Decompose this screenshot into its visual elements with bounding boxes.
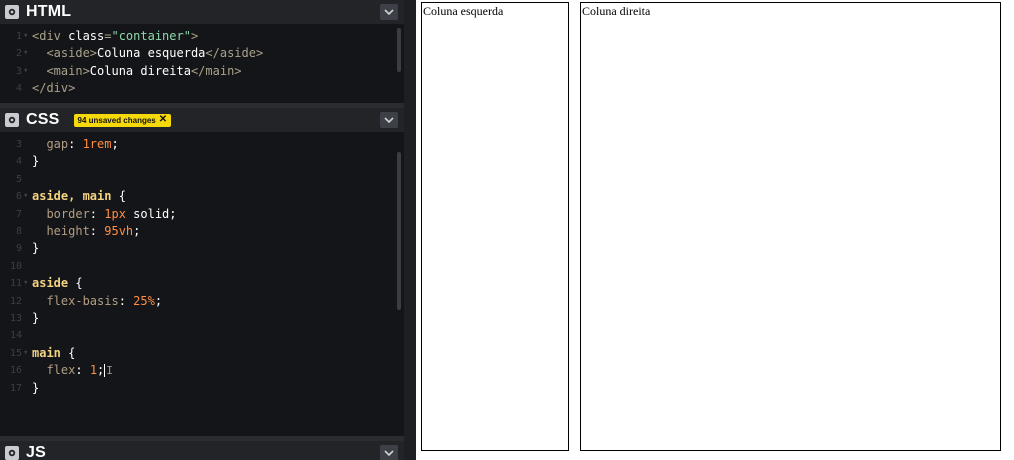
code-line[interactable]: 7 border: 1px solid; — [0, 206, 404, 223]
fold-arrow-icon[interactable]: ▾ — [23, 63, 28, 80]
js-panel-header[interactable]: JS — [0, 441, 404, 460]
line-number: 5 — [15, 173, 22, 185]
fold-arrow-icon[interactable]: ▾ — [23, 45, 28, 62]
code-line[interactable]: 11 ▾ aside { — [0, 275, 404, 292]
html-scrollbar[interactable] — [397, 28, 401, 72]
code-text: main { — [32, 345, 76, 360]
line-number: 15 — [9, 347, 22, 359]
code-text: <div class="container"> — [32, 29, 199, 43]
code-line[interactable]: 15 ▾ main { — [0, 345, 404, 362]
line-number: 2 — [15, 48, 22, 60]
line-number: 12 — [9, 295, 22, 307]
line-number: 11 — [9, 278, 22, 290]
code-editor: HTML 1 ▾ <div class="container"> 2 ▾ <aside>… — [0, 0, 404, 460]
html-panel-header[interactable]: HTML — [0, 0, 404, 24]
code-line[interactable]: 4} — [0, 153, 404, 170]
code-text: </div> — [32, 81, 76, 96]
gear-icon[interactable] — [5, 5, 19, 19]
aside-column-text: Coluna esquerda — [423, 4, 504, 18]
code-line[interactable]: 17} — [0, 380, 404, 397]
fold-arrow-icon[interactable]: ▾ — [23, 188, 28, 205]
code-line[interactable]: 1 ▾ <div class="container"> — [0, 28, 404, 45]
code-text: } — [32, 154, 40, 169]
line-number: 8 — [15, 226, 22, 237]
line-number: 10 — [9, 260, 22, 272]
gear-icon[interactable] — [5, 446, 19, 460]
ibeam-cursor-icon: I — [106, 364, 113, 378]
line-number: 3 — [15, 65, 22, 77]
aside-column: Coluna esquerda — [421, 2, 569, 451]
result-preview: Coluna esquerda Coluna direita — [416, 0, 1014, 460]
unsaved-changes-label: 94 unsaved changes — [77, 115, 156, 125]
code-line[interactable]: 13} — [0, 310, 404, 327]
code-line[interactable]: 12 flex-basis: 25%; — [0, 293, 404, 310]
code-line[interactable]: 10 — [0, 258, 404, 275]
js-panel-title: JS — [26, 444, 46, 460]
code-line[interactable]: 3 gap: 1rem; — [0, 136, 404, 153]
code-text: <main>Coluna direita</main> — [32, 63, 242, 78]
code-line[interactable]: 3 ▾ <main>Coluna direita</main> — [0, 63, 404, 80]
line-number: 13 — [9, 313, 22, 324]
line-number: 16 — [9, 365, 22, 377]
code-text: } — [32, 380, 40, 395]
line-number: 9 — [15, 243, 22, 255]
line-number: 14 — [9, 330, 22, 342]
chevron-down-icon[interactable] — [380, 112, 398, 128]
html-panel-title: HTML — [26, 3, 72, 20]
gear-icon[interactable] — [5, 113, 19, 127]
code-line[interactable]: 9} — [0, 240, 404, 257]
code-line[interactable]: 8 height: 95vh; — [0, 223, 404, 240]
css-code-area[interactable]: 3 gap: 1rem; 4} 5 6 ▾ aside, main {7 border: … — [0, 136, 404, 436]
code-line[interactable]: 2 ▾ <aside>Coluna esquerda</aside> — [0, 45, 404, 62]
main-column: Coluna direita — [580, 2, 1001, 451]
css-panel-header[interactable]: CSS 94 unsaved changes ✕ — [0, 108, 404, 132]
line-number: 3 — [15, 139, 22, 150]
fold-arrow-icon[interactable]: ▾ — [23, 345, 28, 362]
html-code-area[interactable]: 1 ▾ <div class="container"> 2 ▾ <aside>Colun… — [0, 28, 404, 100]
css-panel-title: CSS — [26, 111, 60, 128]
fold-arrow-icon[interactable]: ▾ — [23, 28, 28, 45]
code-text: } — [32, 241, 40, 256]
code-line[interactable]: 5 — [0, 171, 404, 188]
code-line[interactable]: 4 </div> — [0, 80, 404, 97]
resize-handle[interactable] — [404, 0, 416, 460]
line-number: 4 — [15, 156, 22, 168]
code-text: aside, main { — [32, 189, 126, 204]
code-line[interactable]: 14 — [0, 327, 404, 344]
line-number: 17 — [9, 382, 22, 394]
line-number: 6 — [15, 191, 22, 203]
unsaved-changes-badge[interactable]: 94 unsaved changes ✕ — [73, 113, 172, 127]
main-column-text: Coluna direita — [582, 4, 651, 18]
code-text: border: 1px solid; — [32, 206, 177, 221]
line-number: 4 — [15, 83, 22, 95]
line-number: 1 — [15, 31, 22, 42]
code-text: <aside>Coluna esquerda</aside> — [32, 46, 264, 61]
code-text: } — [32, 311, 40, 325]
css-scrollbar[interactable] — [397, 152, 401, 310]
code-line[interactable]: 6 ▾ aside, main { — [0, 188, 404, 205]
chevron-down-icon[interactable] — [380, 4, 398, 20]
fold-arrow-icon[interactable]: ▾ — [23, 275, 28, 292]
code-text: flex-basis: 25%; — [32, 293, 163, 308]
code-text: flex: 1; I — [32, 363, 113, 378]
code-text: height: 95vh; — [32, 224, 141, 238]
code-text: gap: 1rem; — [32, 137, 119, 151]
line-number: 7 — [15, 208, 22, 220]
chevron-down-icon[interactable] — [380, 445, 398, 460]
code-line[interactable]: 16 flex: 1; I — [0, 362, 404, 379]
close-icon[interactable]: ✕ — [159, 115, 167, 125]
code-text: aside { — [32, 276, 83, 291]
